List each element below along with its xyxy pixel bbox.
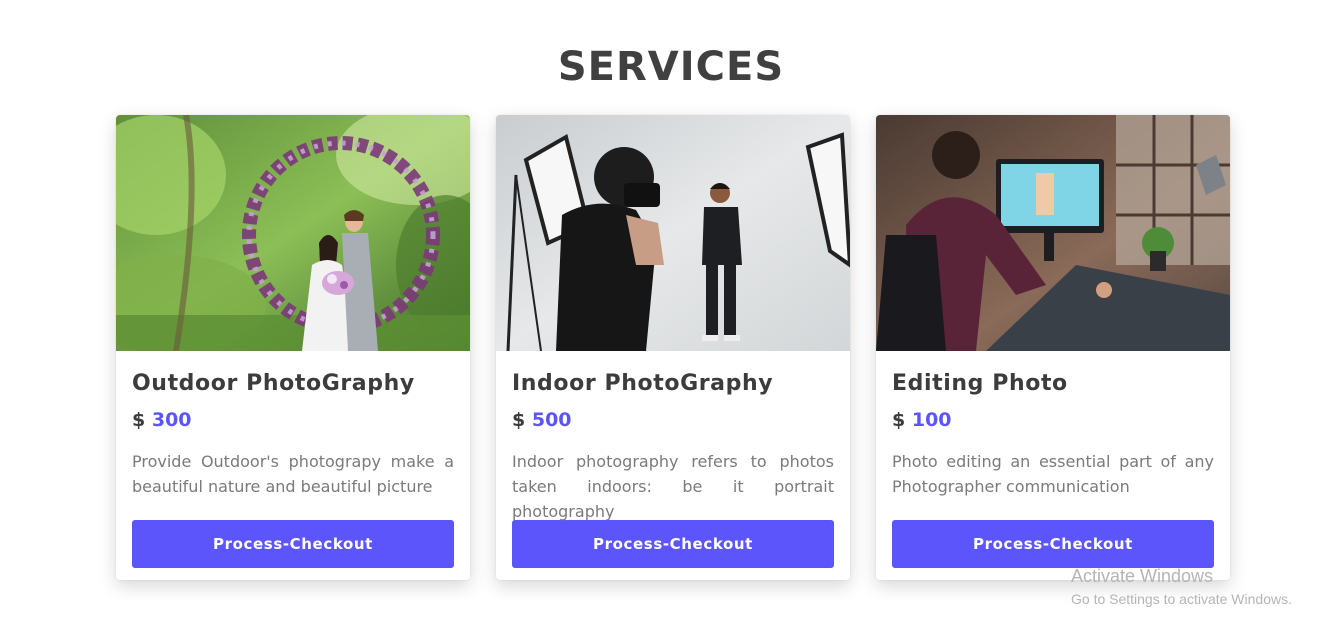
service-card-editing: Editing Photo $ 100 Photo editing an ess… (876, 115, 1230, 580)
process-checkout-button[interactable]: Process-Checkout (132, 520, 454, 568)
card-body: Outdoor PhotoGraphy $ 300 Provide Outdoo… (116, 351, 470, 568)
card-title: Editing Photo (892, 371, 1068, 396)
currency-symbol: $ (512, 409, 526, 431)
service-cards: Outdoor PhotoGraphy $ 300 Provide Outdoo… (116, 115, 1230, 580)
activate-windows-watermark: Activate Windows Go to Settings to activ… (1071, 565, 1292, 609)
outdoor-wedding-photo (116, 115, 470, 351)
price-amount: 300 (151, 409, 192, 431)
card-title: Outdoor PhotoGraphy (132, 371, 415, 396)
process-checkout-button[interactable]: Process-Checkout (892, 520, 1214, 568)
price-amount: 100 (911, 409, 952, 431)
currency-symbol: $ (892, 409, 906, 431)
section-title: SERVICES (557, 44, 785, 90)
card-price: $ 300 (132, 407, 454, 433)
indoor-studio-photo (496, 115, 850, 351)
service-card-outdoor: Outdoor PhotoGraphy $ 300 Provide Outdoo… (116, 115, 470, 580)
card-price: $ 500 (512, 407, 834, 433)
card-price: $ 100 (892, 407, 1214, 433)
card-title: Indoor PhotoGraphy (512, 371, 774, 396)
price-amount: 500 (531, 409, 572, 431)
card-body: Editing Photo $ 100 Photo editing an ess… (876, 351, 1230, 568)
card-description: Indoor photography refers to photos take… (512, 452, 834, 521)
currency-symbol: $ (132, 409, 146, 431)
watermark-subtitle: Go to Settings to activate Windows. (1071, 591, 1292, 607)
card-description: Photo editing an essential part of any P… (892, 452, 1214, 496)
photo-editing-desk-photo (876, 115, 1230, 351)
process-checkout-button[interactable]: Process-Checkout (512, 520, 834, 568)
card-body: Indoor PhotoGraphy $ 500 Indoor photogra… (496, 351, 850, 568)
services-page: SERVICES Outdoor PhotoGraphy $ 300 Provi… (0, 0, 1342, 625)
watermark-title: Activate Windows (1071, 566, 1214, 586)
service-card-indoor: Indoor PhotoGraphy $ 500 Indoor photogra… (496, 115, 850, 580)
card-description: Provide Outdoor's photograpy make a beau… (132, 452, 454, 496)
